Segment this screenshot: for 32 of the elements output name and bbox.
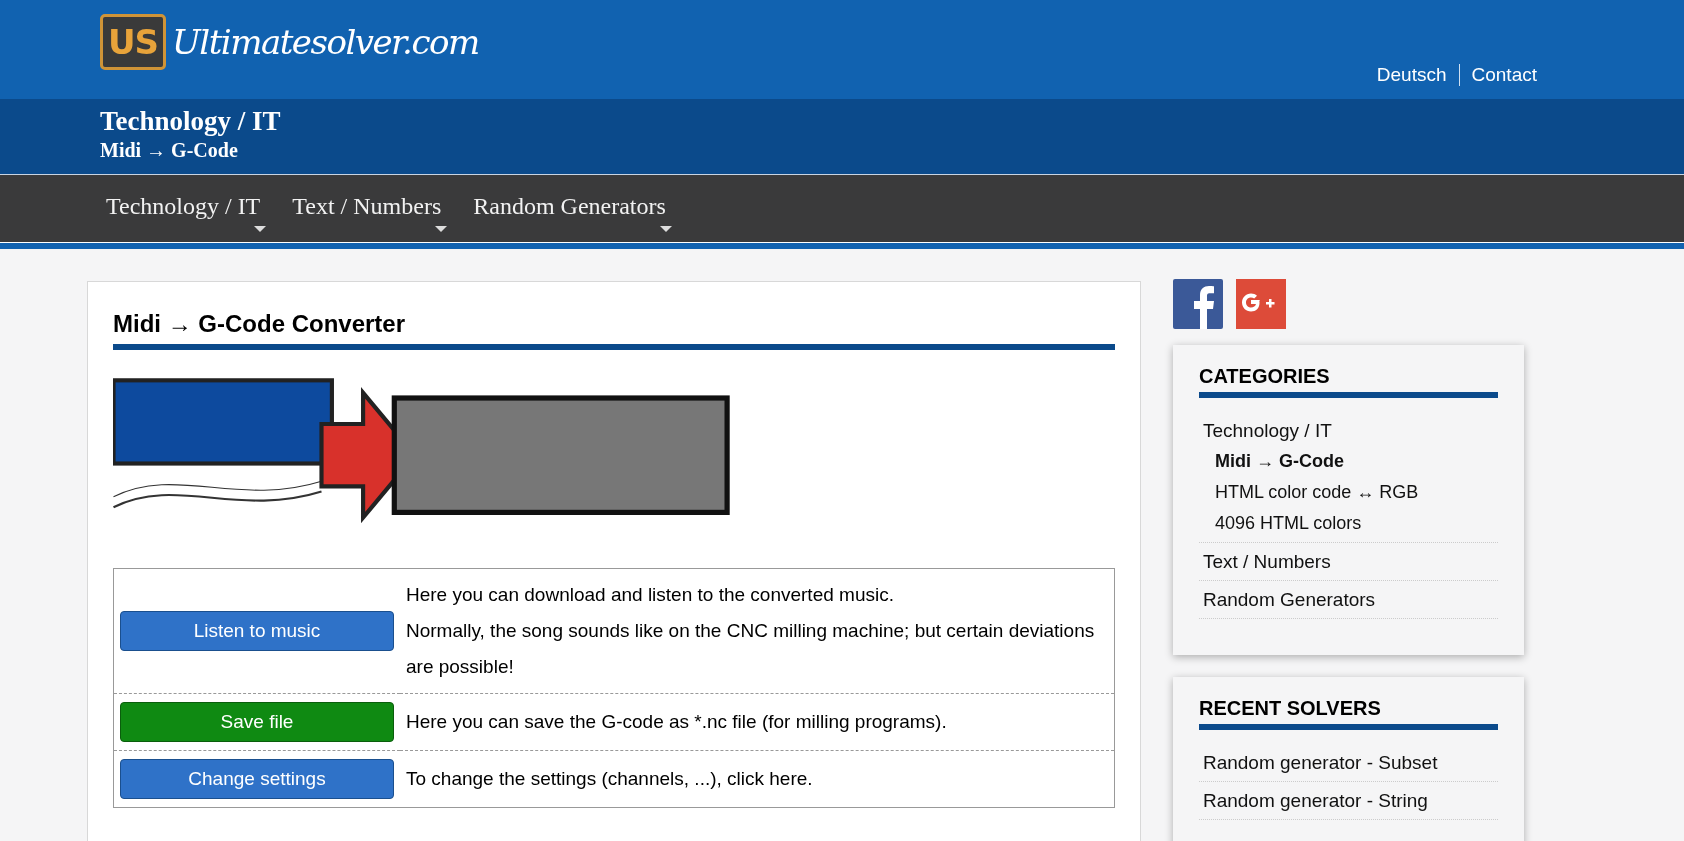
panel-heading: CATEGORIES [1198, 365, 1498, 398]
action-button[interactable]: Save file [120, 702, 394, 742]
action-description: Here you can download and listen to the converted music. [406, 583, 895, 607]
breadcrumb-category[interactable]: Technology / IT [100, 106, 1537, 137]
action-button[interactable]: Change settings [120, 759, 394, 799]
category-link[interactable]: Random Generators [1202, 584, 1494, 615]
breadcrumb-page: Midi → G-Code [100, 139, 239, 162]
nav-menu-item[interactable]: Technology / IT [100, 175, 267, 244]
google-plus-icon[interactable] [1235, 279, 1286, 329]
category-link[interactable]: Text / Numbers [1202, 546, 1494, 577]
facebook-icon[interactable] [1172, 279, 1223, 329]
nav-menu-item[interactable]: Text / Numbers [286, 175, 448, 244]
nav-menu-item[interactable]: Random Generators [467, 175, 672, 244]
caret-icon [254, 226, 267, 232]
subcategory-link[interactable]: Midi → G-Code [1214, 446, 1494, 477]
header-link[interactable]: Contact [1459, 64, 1549, 86]
logo-badge[interactable]: US [100, 14, 167, 70]
caret-icon [435, 226, 448, 232]
caret-icon [659, 226, 672, 232]
category-link[interactable]: Technology / IT [1202, 415, 1494, 446]
page-title: Midi → G-Code Converter [113, 310, 1115, 350]
subcategory-link[interactable]: HTML color code ↔ RGB [1214, 477, 1494, 508]
subcategory-link[interactable]: 4096 HTML colors [1214, 508, 1494, 539]
site-logo-text[interactable]: Ultimatesolver.com [172, 22, 479, 62]
action-description: Here you can save the G-code as *.nc file (for milling programs). [406, 710, 948, 734]
header-link[interactable]: Deutsch [1364, 64, 1459, 86]
action-description: To change the settings (channels, ...), click here. [406, 767, 814, 791]
recent-solver-link[interactable]: Random generator - String [1202, 785, 1494, 816]
recent-solver-link[interactable]: Random generator - Subset [1202, 747, 1494, 778]
panel-heading: RECENT SOLVERS [1198, 697, 1498, 730]
action-button[interactable]: Listen to music [120, 611, 394, 651]
action-description: Normally, the song sounds like on the CNC milling machine; but certain deviations are possible! [406, 619, 1096, 679]
